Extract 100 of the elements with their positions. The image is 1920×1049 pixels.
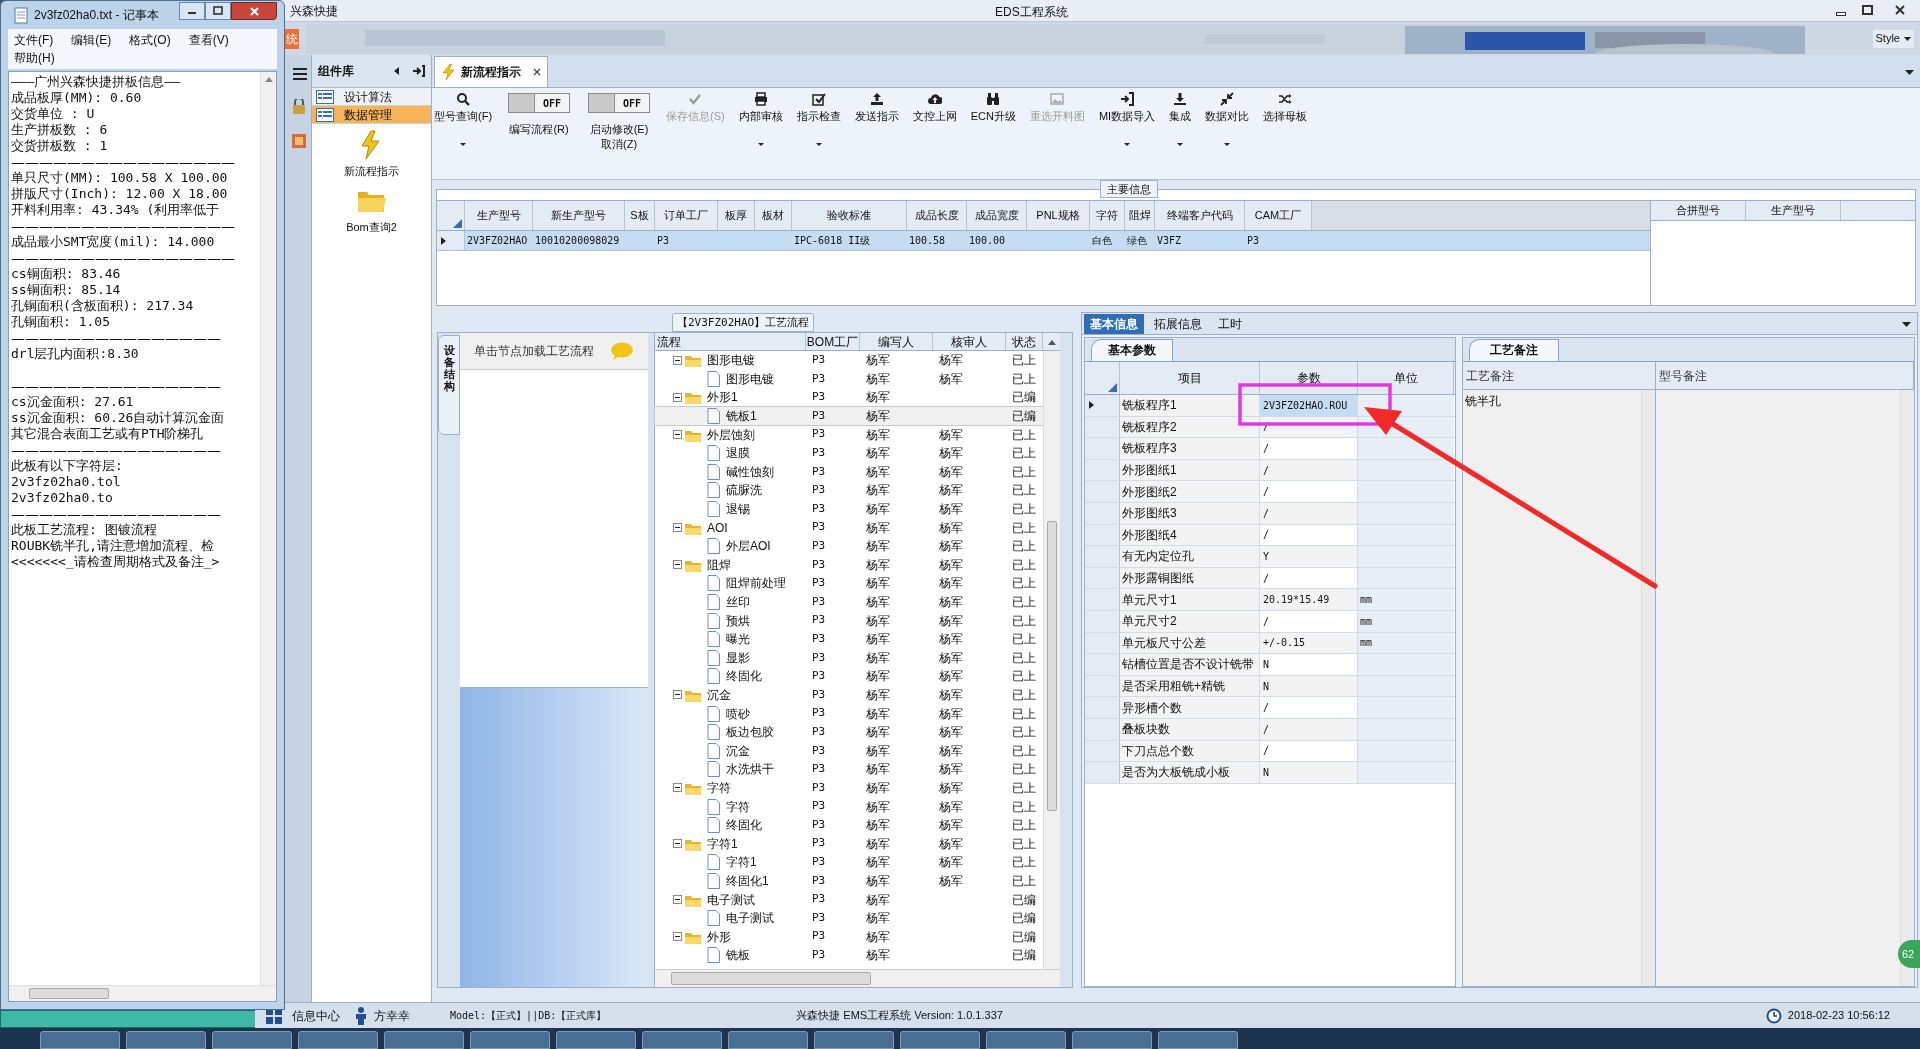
- tree-row[interactable]: 字符1 P3 杨军 杨军 已上: [655, 853, 1043, 872]
- table-row[interactable]: 铣板程序1 2V3FZ02HAO.ROU: [1085, 395, 1455, 417]
- app-icon[interactable]: [291, 133, 307, 149]
- column-header[interactable]: S板: [625, 201, 655, 230]
- tree-row[interactable]: 喷砂 P3 杨军 杨军 已上: [655, 704, 1043, 723]
- menu-icon[interactable]: [293, 67, 307, 81]
- tree-row[interactable]: 铣板 P3 杨军 已编: [655, 946, 1043, 965]
- table-row[interactable]: 单元板尺寸公差 +/-0.15 mm: [1085, 632, 1455, 655]
- tree-row[interactable]: 图形电镀 P3 杨军 杨军 已上: [655, 369, 1043, 389]
- table-row[interactable]: 铣板程序3 /: [1085, 438, 1455, 460]
- column-header[interactable]: 编写人: [860, 333, 933, 350]
- tree-row[interactable]: 铣板1 P3 杨军 已编: [655, 406, 1043, 426]
- scroll-thumb[interactable]: [29, 988, 109, 999]
- column-header[interactable]: 新生产型号: [533, 201, 625, 230]
- tree-row[interactable]: 沉金 P3 杨军 杨军 已上: [655, 741, 1043, 761]
- column-header[interactable]: 单位: [1358, 362, 1454, 394]
- column-header[interactable]: 参数: [1260, 362, 1358, 394]
- minimize-button[interactable]: [179, 2, 205, 20]
- tree-row[interactable]: 退锡 P3 杨军 杨军 已上: [655, 499, 1043, 519]
- column-header[interactable]: 成品长度: [907, 201, 967, 230]
- expander-icon[interactable]: [673, 839, 682, 849]
- toolbar-button[interactable]: 发送指示: [853, 88, 900, 125]
- toolbar-button[interactable]: ECN升级: [969, 88, 1017, 125]
- expander-icon[interactable]: [673, 430, 682, 440]
- library-item[interactable]: 数据管理: [312, 106, 431, 124]
- column-header[interactable]: 生产型号: [1746, 201, 1841, 220]
- column-header[interactable]: BOM工厂: [806, 333, 860, 350]
- menu-item[interactable]: 文件(F): [14, 31, 54, 49]
- select-all-icon[interactable]: [1108, 383, 1117, 392]
- table-row[interactable]: 单元尺寸1 20.19*15.49 mm: [1085, 589, 1455, 611]
- table-row[interactable]: 叠板块数 /: [1085, 718, 1455, 741]
- tree-row[interactable]: 终固化 P3 杨军 杨军 已上: [655, 815, 1043, 835]
- scrollbar[interactable]: [655, 969, 1060, 987]
- tree-row[interactable]: 显影 P3 杨军 杨军 已上: [655, 648, 1043, 668]
- table-row[interactable]: 异形槽个数 /: [1085, 697, 1455, 719]
- expander-icon[interactable]: [673, 355, 682, 365]
- expander-icon[interactable]: [673, 393, 682, 402]
- tab[interactable]: 工时: [1212, 314, 1248, 334]
- toolbar-button[interactable]: 指示检查: [795, 88, 842, 146]
- column-header[interactable]: 状态: [1006, 333, 1043, 350]
- side-tab[interactable]: 设备结构: [438, 335, 460, 435]
- maximize-button[interactable]: [205, 2, 231, 20]
- column-header[interactable]: 生产型号: [465, 201, 533, 230]
- close-icon[interactable]: [533, 68, 541, 76]
- column-header[interactable]: 工艺备注: [1463, 362, 1656, 389]
- toolbar-button[interactable]: 集成: [1168, 88, 1193, 146]
- tree-row[interactable]: 预烘 P3 杨军 杨军 已上: [655, 611, 1043, 630]
- table-row[interactable]: 钻槽位置是否不设计铣带 N: [1085, 654, 1455, 676]
- tree-row[interactable]: 外形1 P3 杨军 已编: [655, 388, 1043, 407]
- table-row[interactable]: 外形图纸4 /: [1085, 524, 1455, 547]
- column-header[interactable]: 流程: [655, 333, 806, 350]
- tree-row[interactable]: 电子测试 P3 杨军 已编: [655, 890, 1043, 909]
- table-row[interactable]: 是否为大板铣成小板 N: [1085, 762, 1455, 784]
- toggle-switch[interactable]: OFF: [508, 93, 571, 113]
- tree-row[interactable]: 图形电镀 P3 杨军 杨军 已上: [655, 351, 1043, 370]
- tree-row[interactable]: 字符 P3 杨军 杨军 已上: [655, 778, 1043, 798]
- scrollbar[interactable]: [1043, 351, 1060, 969]
- tree-row[interactable]: 终固化1 P3 杨军 杨军 已上: [655, 871, 1043, 891]
- tree-row[interactable]: 退膜 P3 杨军 杨军 已上: [655, 443, 1043, 463]
- column-header[interactable]: 验收标准: [792, 201, 907, 230]
- menu-item[interactable]: 格式(O): [129, 31, 171, 49]
- table-row[interactable]: 外形图纸3 /: [1085, 502, 1455, 525]
- column-header[interactable]: 合拼型号: [1651, 201, 1746, 220]
- column-header[interactable]: 订单工厂: [655, 201, 718, 230]
- expander-icon[interactable]: [673, 560, 682, 570]
- library-item[interactable]: 设计算法: [312, 88, 431, 106]
- table-row[interactable]: 下刀点总个数 /: [1085, 740, 1455, 763]
- toolbar-button[interactable]: 选择母板: [1262, 88, 1309, 125]
- style-menu[interactable]: Style: [1872, 29, 1914, 48]
- caret-icon[interactable]: [1902, 322, 1911, 327]
- tab[interactable]: 拓展信息: [1148, 314, 1208, 334]
- tree-row[interactable]: 板边包胶 P3 杨军 杨军 已上: [655, 722, 1043, 742]
- pin-icon[interactable]: [412, 65, 425, 77]
- table-row[interactable]: 外形图纸1 /: [1085, 459, 1455, 482]
- tree-row[interactable]: 字符 P3 杨军 杨军 已上: [655, 797, 1043, 816]
- toolbar-button[interactable]: 文控上网: [911, 88, 958, 125]
- close-button[interactable]: [231, 2, 277, 20]
- menu-item[interactable]: 编辑(E): [71, 31, 112, 49]
- column-header[interactable]: 核审人: [933, 333, 1006, 350]
- table-row[interactable]: 有无内定位孔 Y: [1085, 546, 1455, 568]
- table-row[interactable]: 2V3FZ02HAO 10010200098029 P3 IPC-6018 II级 100.58 100.00 白色 绿色 V3FZ P3: [437, 231, 1650, 251]
- caret-icon[interactable]: [1905, 70, 1914, 75]
- column-header[interactable]: 板材: [755, 201, 792, 230]
- lock-icon[interactable]: [291, 99, 307, 115]
- scroll-up-icon[interactable]: [1047, 338, 1057, 346]
- scrollbar[interactable]: [260, 72, 276, 985]
- toggle-switch[interactable]: OFF: [588, 93, 651, 113]
- column-header[interactable]: 成品宽度: [967, 201, 1027, 230]
- tree-row[interactable]: 硫脲洗 P3 杨军 杨军 已上: [655, 481, 1043, 500]
- expander-icon[interactable]: [673, 690, 682, 700]
- tree-row[interactable]: 水洗烘干 P3 杨军 杨军 已上: [655, 760, 1043, 779]
- tree-row[interactable]: 丝印 P3 杨军 杨军 已上: [655, 592, 1043, 612]
- tree-row[interactable]: 阻焊前处理 P3 杨军 杨军 已上: [655, 574, 1043, 593]
- tool-button[interactable]: Bom查询2: [344, 185, 399, 235]
- column-header[interactable]: PNL规格: [1027, 201, 1090, 230]
- document-tab[interactable]: 新流程指示: [434, 56, 548, 87]
- tree-row[interactable]: 外层蚀刻 P3 杨军 杨军 已上: [655, 425, 1043, 444]
- column-header[interactable]: 项目: [1120, 362, 1260, 394]
- expander-icon[interactable]: [673, 783, 682, 793]
- expander-icon[interactable]: [673, 895, 682, 904]
